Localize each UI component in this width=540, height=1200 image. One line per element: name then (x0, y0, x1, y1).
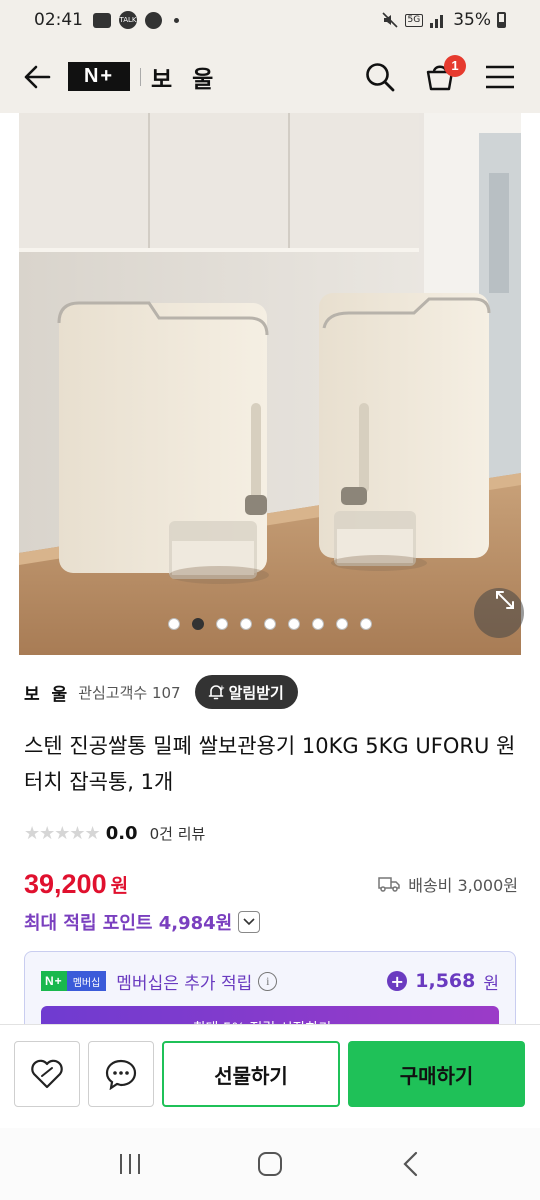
price-row: 39,200 원 배송비 3,000원 (24, 864, 518, 904)
plus-circle-icon: + (387, 971, 408, 991)
recent-apps-icon (120, 1154, 140, 1174)
membership-points-value: 1,568 (415, 970, 476, 992)
heart-icon (31, 1059, 63, 1089)
search-button[interactable] (360, 57, 400, 97)
store-fans-count: 관심고객수 107 (78, 683, 181, 702)
buy-button[interactable]: 구매하기 (348, 1041, 525, 1107)
review-count[interactable]: 0건 리뷰 (150, 823, 206, 844)
home-icon (258, 1152, 282, 1176)
system-icons: 5G 35% (381, 10, 506, 30)
shipping-fee-text: 배송비 3,000원 (408, 876, 518, 895)
info-icon[interactable]: i (258, 971, 278, 991)
carousel-dot[interactable] (288, 618, 300, 630)
gallery-icon (93, 12, 111, 28)
search-icon (366, 62, 395, 91)
store-name[interactable]: 보 울 (24, 680, 70, 705)
rating-score: 0.0 (105, 822, 138, 844)
price-currency: 원 (110, 874, 129, 897)
system-back-button[interactable] (380, 1139, 440, 1189)
max-points-text: 최대 적립 포인트 4,984원 (24, 913, 233, 934)
status-time: 02:41 (34, 10, 83, 30)
battery-icon (497, 12, 506, 28)
chevron-down-icon (243, 918, 255, 926)
carousel-dot[interactable] (168, 618, 180, 630)
carousel-indicator (0, 618, 540, 630)
menu-icon (486, 65, 514, 88)
mute-icon (381, 12, 398, 28)
cart-count-badge: 1 (444, 54, 466, 77)
carousel-dot[interactable] (264, 618, 276, 630)
membership-badge-label: 멤버십 (66, 971, 107, 991)
back-button[interactable] (20, 60, 54, 94)
chevron-left-icon (403, 1151, 418, 1177)
gift-button[interactable]: 선물하기 (162, 1041, 340, 1107)
product-image-carousel[interactable] (0, 113, 540, 655)
points-expand-button[interactable] (238, 911, 261, 933)
membership-points-unit: 원 (483, 973, 499, 994)
naver-plus-logo[interactable]: N+ (68, 62, 130, 91)
cart-button[interactable]: 1 (420, 54, 466, 97)
expand-image-button[interactable] (474, 588, 524, 638)
store-info-row: 보 울 관심고객수 107 + 알림받기 (24, 674, 524, 710)
home-button[interactable] (240, 1139, 300, 1189)
wishlist-button[interactable] (14, 1041, 80, 1107)
membership-points: + 1,568 원 (387, 969, 499, 994)
product-title: 스텐 진공쌀통 밀폐 쌀보관용기 10KG 5KG UFORU 원터치 잡곡통,… (24, 734, 516, 794)
svg-text:+: + (219, 684, 225, 692)
header-divider (140, 67, 141, 86)
alarm-button-label: 알림받기 (228, 683, 284, 702)
carousel-dot[interactable] (312, 618, 324, 630)
battery-percent: 35% (453, 10, 491, 30)
signal-icon (430, 15, 444, 28)
alarm-subscribe-button[interactable]: + 알림받기 (194, 675, 298, 709)
back-arrow-icon (24, 65, 51, 88)
chat-icon (105, 1059, 137, 1090)
membership-text: 멤버십은 추가 적립 (116, 973, 253, 994)
notification-icons: TALK (93, 11, 179, 29)
talk-talk-button[interactable] (88, 1041, 154, 1107)
network-icon: 5G (404, 13, 424, 27)
carousel-dot[interactable] (240, 618, 252, 630)
system-navigation-bar (0, 1128, 540, 1200)
recent-apps-button[interactable] (100, 1139, 160, 1189)
truck-icon (378, 877, 400, 892)
more-notifications-icon (174, 17, 179, 23)
rating-stars: ★★★★★ (24, 822, 101, 844)
carousel-dot[interactable] (336, 618, 348, 630)
header-store-name[interactable]: 보 울 (151, 60, 219, 94)
menu-button[interactable] (480, 57, 520, 97)
rating-row[interactable]: ★★★★★ 0.0 0건 리뷰 (24, 820, 205, 846)
top-header: N+ 보 울 1 (0, 40, 540, 113)
carousel-dot[interactable] (360, 618, 372, 630)
shipping-fee: 배송비 3,000원 (378, 872, 518, 896)
product-photo (19, 113, 521, 655)
membership-logo: N+ 멤버십 (41, 971, 107, 991)
talk-icon: TALK (119, 11, 137, 29)
carousel-dot[interactable] (192, 618, 204, 630)
product-price: 39,200 (24, 868, 107, 899)
status-bar: 02:41 TALK 5G 35% (0, 0, 540, 40)
max-points-row[interactable]: 최대 적립 포인트 4,984원 (24, 906, 261, 938)
expand-icon (496, 591, 514, 609)
bell-icon: + (208, 684, 225, 700)
chat-bubble-icon (145, 11, 162, 29)
bottom-action-bar: 선물하기 구매하기 (0, 1024, 540, 1128)
naver-plus-badge: N+ (41, 971, 67, 991)
carousel-dot[interactable] (216, 618, 228, 630)
